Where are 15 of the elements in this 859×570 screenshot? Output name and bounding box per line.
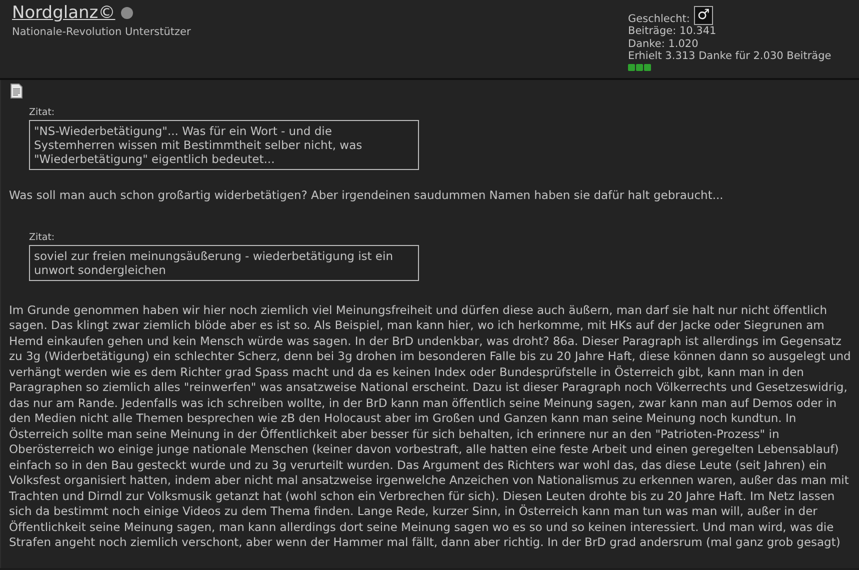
user-rank: Nationale-Revolution Unterstützer <box>12 26 191 38</box>
gender-icon: ♂ <box>694 6 713 25</box>
username-link[interactable]: Nordglanz© <box>12 3 116 23</box>
thanks-received: Erhielt 3.313 Danke für 2.030 Beiträge <box>628 50 832 62</box>
post-text: Im Grunde genommen haben wir hier noch ziemlich viel Meinungsfreiheit und dürfen diese auch äußern, man darf sie halt nur nicht öffentlich sagen. Das klingt zwar ziemlich blöde aber es ist so. Als Beispiel, man kann hier, wo ich herkomme, mit HKs auf der Jacke oder Siegrunen am Hemd einkaufen gehen und kein Mensch würde was sagen. In der BrD undenkbar, was droht? 86a. Dieser Paragraph ist allerdings im Gegensatz zu 3g (Widerbetätigung) ein schlechter Scherz, denn bei 3g drohen im besonderen Falle bis zu 20 Jahre Haft, diese können dann so ausgelegt und verhängt werden wie es dem Richter grad Spass macht und da es keinen Index oder Bundesprüfstelle in Österreich gibt, kann man in den Paragraphen so ziemlich alles "reinwerfen" was ansatzweise National erscheint. Dazu ist dieser Paragraph noch Völkerrechts und Gesetzeswidrig, das nur am Rande. Jedenfalls was ich schreiben wollte, in der BrD kann man öffentlich seine Meinung sagen, zwar kann man auf Demos oder in den Medien nicht alle Themen besprechen wie zB den Holocaust aber im Großen und Ganzen kann man seine Meinung noch kundtun. In Österreich sollte man seine Meinung in der Öffentlichkeit aber besser für sich behalten, ich erinnere nur an den "Patrioten-Prozess" in Oberösterreich wo einige junge nationale Menschen (keiner davon vorbestraft, alle hatten eine feste Arbeit und einen geregelten Lebensablauf) einfach so in den Bau gesteckt wurde und zu 3g verurteilt wurden. Das Argument des Richters war wohl das, das diese Leute (seit Jahren) ein Volksfest organisiert hatten, indem aber nicht mal ansatzweise irgenwelche Anzeichen von Nationalismus zu erkennen waren, außer das man mit Trachten und Dirndl zur Volksmusik getanzt hat (wohl schon ein Verbrechen für sich). Diesen Leuten drohte bis zu 20 Jahre Haft. Im Netz lassen sich da bestimmt noch einige Videos zu dem Thema finden. Lange Rede, kurzer Sinn, in Österreich kann man tun was man will, außer in der Öffentlichkeit seine Meinung sagen, man kann allerdings dort seine Meinung sagen wo es so und so keinen interessiert. Und man wird, was die Strafen angeht noch ziemlich verschont, aber wenn der Hammer mal fällt, dann aber richtig. In der BrD grad andersrum (mal ganz grob gesagt) <box>9 302 852 550</box>
thanks-count: Danke: 1.020 <box>628 38 700 50</box>
post-count: Beiträge: 10.341 <box>628 25 718 38</box>
post-text: Was soll man auch schon großartig widerbetätigen? Aber irgendeinen saudummen Namen haben sie dafür halt gebraucht... <box>9 188 724 204</box>
reputation-icon <box>628 64 651 70</box>
quote-text: soviel zur freien meinungsäußerung - wiederbetätigung ist ein unwort sondergleichen <box>29 244 419 280</box>
quote-label: Zitat: <box>29 232 56 242</box>
document-icon <box>9 83 23 99</box>
gender-label: Geschlecht: <box>628 12 690 25</box>
quote-label: Zitat: <box>29 107 56 118</box>
quote-text: "NS-Wiederbetätigung"... Was für ein Wort - und die Systemherren wissen mit Bestimmtheit selber nicht, was "Wiederbetätigung" eigentlich bedeutet... <box>29 120 419 170</box>
